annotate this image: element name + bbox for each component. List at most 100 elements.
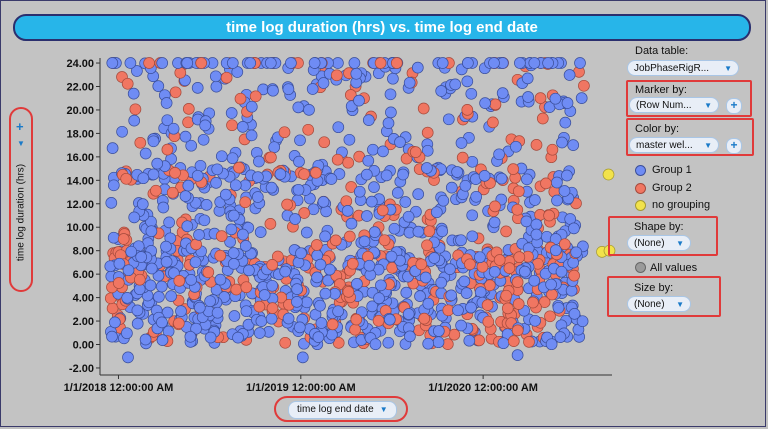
point-group-2[interactable] (489, 200, 501, 213)
point-group-1[interactable] (455, 137, 468, 149)
point-group-1[interactable] (465, 87, 478, 100)
point-group-1[interactable] (267, 84, 279, 97)
point-group-2[interactable] (143, 57, 155, 69)
legend-label-group-2[interactable]: Group 2 (652, 182, 692, 194)
point-group-1[interactable] (264, 57, 277, 69)
point-group-1[interactable] (345, 217, 358, 230)
point-group-1[interactable] (200, 199, 213, 211)
point-group-1[interactable] (455, 319, 467, 332)
point-group-2[interactable] (169, 86, 182, 99)
point-group-1[interactable] (279, 265, 292, 278)
point-group-1[interactable] (152, 80, 165, 92)
point-group-1[interactable] (458, 275, 471, 288)
point-group-1[interactable] (511, 349, 524, 361)
point-group-1[interactable] (466, 230, 479, 243)
point-group-1[interactable] (452, 304, 464, 317)
point-group-1[interactable] (570, 246, 583, 259)
point-group-2[interactable] (249, 90, 262, 103)
point-group-2[interactable] (534, 92, 547, 104)
point-group-1[interactable] (402, 308, 415, 320)
point-group-1[interactable] (274, 168, 287, 180)
point-group-1[interactable] (219, 188, 232, 201)
point-group-1[interactable] (282, 312, 295, 325)
point-group-1[interactable] (568, 222, 580, 235)
point-group-1[interactable] (236, 121, 249, 133)
point-group-1[interactable] (291, 283, 303, 295)
size-by-dropdown[interactable]: (None) ▼ (627, 296, 691, 312)
point-group-1[interactable] (121, 327, 133, 340)
point-group-1[interactable] (361, 210, 373, 222)
point-group-1[interactable] (155, 280, 168, 293)
point-group-2[interactable] (487, 116, 499, 129)
point-group-1[interactable] (232, 331, 244, 344)
point-group-2[interactable] (481, 299, 494, 311)
point-group-1[interactable] (362, 154, 375, 167)
point-group-1[interactable] (153, 291, 165, 303)
point-group-2[interactable] (230, 283, 243, 296)
point-group-2[interactable] (310, 166, 322, 179)
point-group-1[interactable] (106, 57, 119, 69)
point-group-2[interactable] (298, 168, 310, 180)
point-group-1[interactable] (463, 334, 476, 347)
point-group-1[interactable] (131, 304, 144, 317)
point-group-1[interactable] (568, 308, 581, 320)
point-group-1[interactable] (300, 226, 313, 239)
point-group-1[interactable] (293, 155, 305, 168)
point-group-1[interactable] (528, 57, 541, 69)
point-group-1[interactable] (107, 179, 120, 192)
point-group-1[interactable] (127, 87, 140, 100)
point-group-2[interactable] (350, 313, 363, 326)
point-group-1[interactable] (312, 331, 325, 343)
point-group-1[interactable] (488, 265, 501, 278)
point-group-1[interactable] (383, 313, 396, 326)
point-group-1[interactable] (518, 265, 531, 278)
point-group-2[interactable] (278, 126, 291, 139)
point-group-2[interactable] (195, 57, 208, 69)
point-group-2[interactable] (226, 119, 238, 132)
point-group-1[interactable] (561, 169, 573, 182)
point-group-2[interactable] (112, 277, 125, 289)
point-group-1[interactable] (360, 168, 373, 181)
point-group-1[interactable] (131, 317, 144, 330)
point-group-2[interactable] (326, 318, 339, 331)
point-group-1[interactable] (445, 181, 458, 194)
point-group-2[interactable] (169, 167, 181, 179)
point-group-1[interactable] (542, 57, 554, 69)
point-group-1[interactable] (549, 244, 562, 257)
point-group-1[interactable] (436, 57, 449, 69)
point-group-1[interactable] (556, 136, 568, 149)
point-group-1[interactable] (125, 245, 138, 258)
point-group-1[interactable] (529, 194, 541, 206)
point-group-2[interactable] (512, 298, 525, 310)
point-group-1[interactable] (382, 336, 395, 349)
point-group-2[interactable] (376, 204, 389, 217)
point-group-1[interactable] (436, 225, 449, 238)
point-group-1[interactable] (365, 195, 378, 208)
point-group-1[interactable] (240, 305, 253, 318)
point-group-1[interactable] (303, 104, 315, 116)
point-group-1[interactable] (348, 57, 361, 69)
point-group-1[interactable] (385, 250, 398, 263)
point-group-1[interactable] (265, 312, 278, 325)
point-group-2[interactable] (482, 315, 495, 328)
point-group-1[interactable] (211, 306, 224, 319)
point-group-2[interactable] (544, 310, 556, 323)
point-group-1[interactable] (442, 113, 455, 126)
point-group-1[interactable] (521, 173, 533, 186)
point-group-1[interactable] (225, 223, 238, 236)
point-group-2[interactable] (253, 300, 266, 313)
point-group-1[interactable] (530, 218, 543, 231)
point-group-1[interactable] (156, 316, 168, 329)
point-group-1[interactable] (411, 61, 424, 74)
point-group-1[interactable] (163, 216, 175, 229)
point-group-1[interactable] (400, 286, 413, 299)
point-group-1[interactable] (402, 210, 415, 223)
point-group-1[interactable] (296, 351, 309, 364)
legend-dot-group-1[interactable] (635, 165, 646, 176)
point-group-2[interactable] (182, 103, 195, 115)
point-group-1[interactable] (258, 289, 271, 301)
point-group-1[interactable] (522, 91, 534, 103)
point-group-1[interactable] (412, 188, 425, 200)
point-group-1[interactable] (291, 296, 303, 308)
point-group-2[interactable] (540, 177, 552, 190)
